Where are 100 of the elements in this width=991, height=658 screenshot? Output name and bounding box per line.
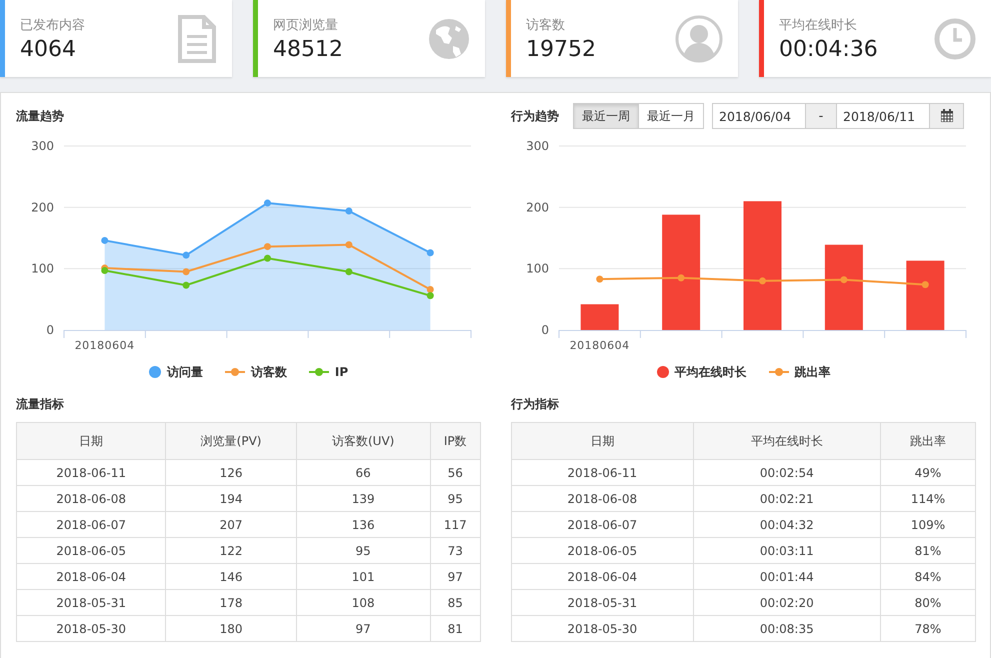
- table-cell: 2018-06-05: [512, 538, 694, 564]
- table-cell: 114%: [880, 486, 976, 512]
- stat-label: 已发布内容: [20, 16, 85, 34]
- date-field[interactable]: 2018/06/04: [712, 103, 806, 129]
- axis-label: 200: [31, 200, 54, 214]
- axis-label: 300: [526, 139, 549, 153]
- point: [759, 277, 766, 284]
- axis-label: 0: [541, 323, 549, 337]
- point: [345, 268, 352, 276]
- table-cell: 78%: [880, 616, 976, 642]
- column-header: IP数: [430, 422, 480, 460]
- table-cell: 49%: [880, 460, 976, 486]
- axis-label: 300: [31, 139, 54, 153]
- table-cell: 00:02:21: [693, 486, 880, 512]
- table-cell: 108: [296, 590, 430, 616]
- legend-label: 平均在线时长: [674, 364, 746, 380]
- column-header: 日期: [512, 422, 694, 460]
- point: [101, 267, 108, 274]
- table-cell: 2018-05-31: [16, 590, 166, 616]
- table-cell: 2018-06-08: [16, 486, 166, 512]
- table-cell: 117: [430, 512, 480, 538]
- point: [182, 268, 190, 276]
- point: [264, 243, 271, 250]
- table-cell: 00:04:32: [693, 512, 880, 538]
- table-cell: 81: [430, 616, 480, 642]
- date-field[interactable]: 2018/06/11: [836, 103, 930, 129]
- axis-label: 0: [46, 323, 54, 337]
- table-cell: 73: [430, 538, 480, 564]
- legend-label: 访客数: [250, 364, 287, 380]
- axis-label: 20180604: [74, 339, 135, 351]
- point: [426, 292, 434, 300]
- point: [264, 200, 271, 207]
- range-button[interactable]: 最近一周: [573, 103, 639, 129]
- table-cell: 2018-06-04: [512, 564, 694, 590]
- table-cell: 2018-05-30: [512, 616, 694, 642]
- table-cell: 00:02:54: [693, 460, 880, 486]
- section-title: 行为趋势: [511, 108, 559, 124]
- axis-label: 100: [526, 262, 549, 276]
- stat-label: 访客数: [526, 16, 566, 34]
- table-cell: 2018-05-30: [16, 616, 166, 642]
- table-cell: 2018-06-11: [512, 460, 694, 486]
- column-header: 平均在线时长: [693, 422, 880, 460]
- table-cell: 126: [166, 460, 296, 486]
- clock-icon: [934, 18, 976, 60]
- column-header: 浏览量(PV): [166, 422, 296, 460]
- point: [101, 236, 108, 244]
- stat-label: 网页浏览量: [273, 16, 339, 34]
- table-cell: 101: [296, 564, 430, 590]
- point: [426, 286, 434, 294]
- point: [922, 281, 929, 288]
- axis-label: 200: [526, 200, 549, 214]
- table-cell: 2018-05-31: [512, 590, 694, 616]
- globe-icon: [428, 18, 470, 60]
- legend-label: 跳出率: [794, 364, 830, 380]
- point: [182, 252, 190, 259]
- table-cell: 00:08:35: [693, 616, 880, 642]
- table-cell: 122: [166, 538, 296, 564]
- date-separator: -: [806, 103, 836, 129]
- table-cell: 00:03:11: [693, 538, 880, 564]
- table-cell: 2018-06-08: [512, 486, 694, 512]
- table-cell: 84%: [880, 564, 976, 590]
- column-header: 日期: [16, 422, 166, 460]
- stat-value: 4064: [20, 36, 77, 62]
- stat-value: 48512: [273, 36, 343, 62]
- section-title: 流量趋势: [16, 108, 64, 124]
- range-button[interactable]: 最近一月: [639, 103, 704, 129]
- document-icon: [177, 14, 217, 62]
- legend-label: IP: [334, 365, 348, 379]
- table-cell: 136: [296, 512, 430, 538]
- table-cell: 00:01:44: [693, 564, 880, 590]
- axis-label: 100: [31, 262, 54, 276]
- stat-label: 平均在线时长: [779, 16, 858, 34]
- table-cell: 194: [166, 486, 296, 512]
- table-cell: 2018-06-11: [16, 460, 166, 486]
- section-title: 行为指标: [511, 396, 560, 412]
- table-cell: 2018-06-04: [16, 564, 166, 590]
- table-cell: 00:02:20: [693, 590, 880, 616]
- table-cell: 95: [296, 538, 430, 564]
- column-header: 访客数(UV): [296, 422, 430, 460]
- table-cell: 95: [430, 486, 480, 512]
- table-cell: 146: [166, 564, 296, 590]
- calendar-button[interactable]: [930, 103, 964, 129]
- table-cell: 178: [166, 590, 296, 616]
- table-cell: 97: [430, 564, 480, 590]
- point: [426, 249, 434, 256]
- point: [596, 276, 604, 283]
- table-cell: 2018-06-05: [16, 538, 166, 564]
- stat-value: 19752: [526, 36, 596, 62]
- column-header: 跳出率: [880, 422, 976, 460]
- point: [345, 208, 352, 215]
- table-cell: 139: [296, 486, 430, 512]
- calendar-icon: [940, 109, 954, 123]
- table-cell: 109%: [880, 512, 976, 538]
- point: [840, 276, 848, 284]
- table-cell: 2018-06-07: [16, 512, 166, 538]
- point: [678, 274, 685, 282]
- axis-label: 20180604: [570, 339, 630, 351]
- table-cell: 81%: [880, 538, 976, 564]
- section-title: 流量指标: [16, 396, 65, 412]
- point: [182, 282, 190, 289]
